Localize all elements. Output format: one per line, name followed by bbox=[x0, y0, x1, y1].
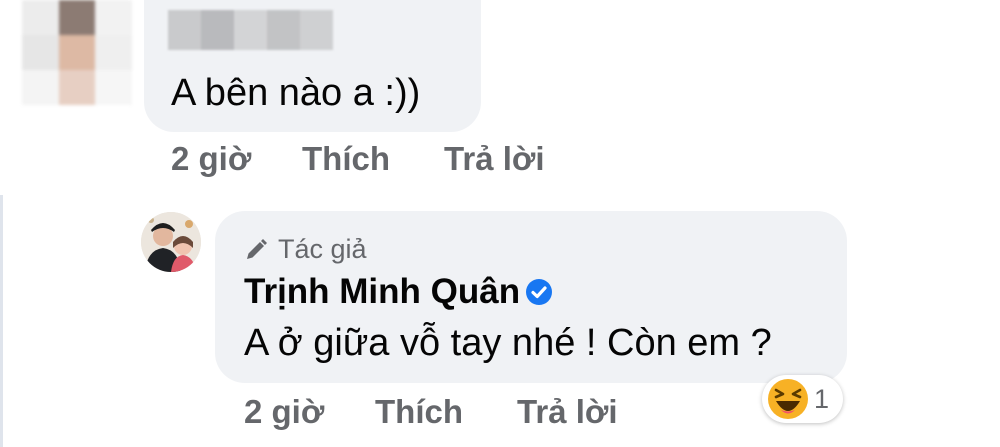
thread-line bbox=[0, 195, 3, 447]
author-name[interactable]: Trịnh Minh Quân bbox=[244, 272, 554, 312]
pencil-icon bbox=[247, 238, 267, 259]
comment-timestamp[interactable]: 2 giờ bbox=[171, 140, 302, 178]
reply-timestamp[interactable]: 2 giờ bbox=[244, 393, 375, 431]
commenter-avatar[interactable] bbox=[22, 0, 132, 105]
reply-button[interactable]: Trả lời bbox=[444, 140, 545, 178]
author-name-text[interactable]: Trịnh Minh Quân bbox=[244, 272, 520, 312]
commenter-name[interactable] bbox=[168, 10, 333, 50]
like-button[interactable]: Thích bbox=[302, 140, 444, 178]
comment-actions: 2 giờ Thích Trả lời bbox=[171, 140, 545, 178]
haha-reaction-icon bbox=[768, 379, 808, 419]
reaction-summary[interactable]: 1 bbox=[762, 375, 844, 423]
author-badge-label: Tác giả bbox=[278, 234, 367, 264]
author-badge: Tác giả bbox=[244, 234, 367, 265]
verified-check-icon bbox=[526, 279, 553, 305]
like-button[interactable]: Thích bbox=[375, 393, 517, 431]
author-avatar-photo bbox=[141, 212, 201, 272]
comment-text: A bên nào a :)) bbox=[171, 72, 421, 114]
reply-actions: 2 giờ Thích Trả lời bbox=[244, 393, 618, 431]
reaction-count: 1 bbox=[814, 383, 830, 414]
author-avatar[interactable] bbox=[141, 212, 201, 272]
reply-button[interactable]: Trả lời bbox=[517, 393, 618, 431]
reply-text: A ở giữa vỗ tay nhé ! Còn em ? bbox=[244, 322, 772, 364]
comment-thread: A bên nào a :)) 2 giờ Thích Trả lời Tác … bbox=[0, 0, 1000, 447]
